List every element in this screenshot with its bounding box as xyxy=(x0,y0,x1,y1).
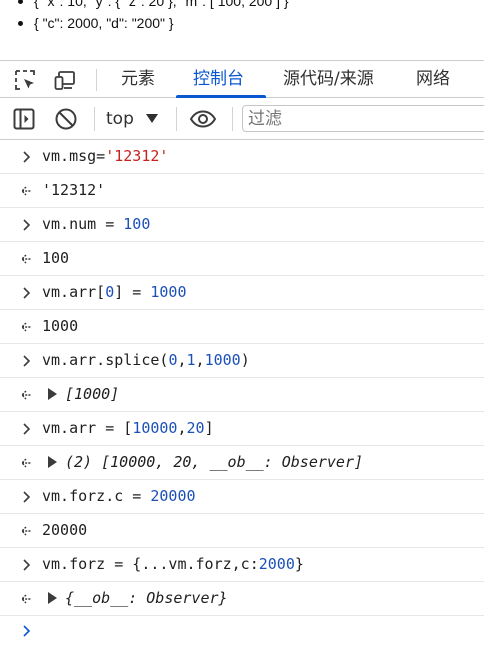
toolbar-divider xyxy=(96,69,97,91)
console-input-row: vm.arr.splice(0,1,1000) xyxy=(0,344,484,378)
return-arrow-icon xyxy=(21,458,31,468)
clear-console-icon[interactable] xyxy=(54,107,78,131)
console-input-row: vm.num = 100 xyxy=(0,208,484,242)
prompt-chevron-icon xyxy=(23,625,31,637)
console-result: 20000 xyxy=(42,521,88,539)
filter-input[interactable] xyxy=(242,105,484,132)
expandable-result[interactable]: {__ob__: Observer} xyxy=(42,582,228,615)
console-result-row: '12312' xyxy=(0,174,484,208)
return-arrow-icon xyxy=(21,390,31,400)
chevron-right-icon xyxy=(23,423,31,435)
console-result: '12312' xyxy=(42,181,106,199)
console-result-row: 100 xyxy=(0,242,484,276)
console-output: vm.msg='12312' '12312' vm.num = 100 100 … xyxy=(0,140,484,646)
context-selector[interactable]: top xyxy=(106,106,134,132)
console-result: 1000 xyxy=(42,317,79,335)
tab-console[interactable]: 控制台 xyxy=(193,61,244,98)
console-command[interactable]: vm.arr[0] = 1000 xyxy=(42,276,187,309)
console-result-row: 20000 xyxy=(0,514,484,548)
sidebar-toggle-icon[interactable] xyxy=(12,107,36,131)
console-command[interactable]: vm.msg='12312' xyxy=(42,140,168,173)
tab-elements[interactable]: 元素 xyxy=(121,61,155,98)
console-result-row: {__ob__: Observer} xyxy=(0,582,484,616)
list-item: { "x": 10, "y": { "z": 20 }, "m": [ 100,… xyxy=(18,0,289,12)
expandable-result[interactable]: (2) [10000, 20, __ob__: Observer] xyxy=(42,446,363,479)
expand-triangle-icon[interactable] xyxy=(48,456,57,468)
console-command[interactable]: vm.arr.splice(0,1,1000) xyxy=(42,344,250,377)
chevron-right-icon xyxy=(23,559,31,571)
chevron-right-icon xyxy=(23,491,31,503)
expand-triangle-icon[interactable] xyxy=(48,388,57,400)
console-input-row: vm.forz.c = 20000 xyxy=(0,480,484,514)
console-toolbar: top xyxy=(0,98,484,140)
chevron-right-icon xyxy=(23,287,31,299)
toolbar-divider xyxy=(176,107,177,131)
console-input-row: vm.forz = {...vm.forz,c:2000} xyxy=(0,548,484,582)
console-result-row: 1000 xyxy=(0,310,484,344)
console-result-row: (2) [10000, 20, __ob__: Observer] xyxy=(0,446,484,480)
chevron-right-icon xyxy=(23,219,31,231)
bullet-icon xyxy=(18,0,23,4)
devtools-tabbar: 元素 控制台 源代码/来源 网络 xyxy=(0,60,484,98)
console-input-row: vm.msg='12312' xyxy=(0,140,484,174)
page-content: { "x": 10, "y": { "z": 20 }, "m": [ 100,… xyxy=(0,0,484,60)
device-toggle-icon[interactable] xyxy=(54,69,76,91)
tab-network[interactable]: 网络 xyxy=(416,61,450,98)
list-item: { "c": 2000, "d": "200" } xyxy=(18,12,289,34)
console-command[interactable]: vm.forz.c = 20000 xyxy=(42,480,196,513)
console-command[interactable]: vm.num = 100 xyxy=(42,208,150,241)
console-input-row: vm.arr[0] = 1000 xyxy=(0,276,484,310)
eye-icon[interactable] xyxy=(189,107,217,131)
expandable-result[interactable]: [1000] xyxy=(42,378,119,411)
expand-triangle-icon[interactable] xyxy=(48,592,57,604)
console-command[interactable]: vm.arr = [10000,20] xyxy=(42,412,214,445)
console-command[interactable]: vm.forz = {...vm.forz,c:2000} xyxy=(42,548,304,581)
return-arrow-icon xyxy=(21,594,31,604)
chevron-down-icon[interactable] xyxy=(146,114,158,123)
bullet-icon xyxy=(18,21,23,26)
console-result: 100 xyxy=(42,249,70,267)
inspect-element-icon[interactable] xyxy=(14,69,36,91)
tab-sources[interactable]: 源代码/来源 xyxy=(283,61,374,98)
console-input-row: vm.arr = [10000,20] xyxy=(0,412,484,446)
chevron-right-icon xyxy=(23,151,31,163)
return-arrow-icon xyxy=(21,186,31,196)
console-result-row: [1000] xyxy=(0,378,484,412)
chevron-right-icon xyxy=(23,355,31,367)
return-arrow-icon xyxy=(21,526,31,536)
return-arrow-icon xyxy=(21,322,31,332)
toolbar-divider xyxy=(94,107,95,131)
object-list: { "x": 10, "y": { "z": 20 }, "m": [ 100,… xyxy=(18,0,289,34)
console-prompt[interactable] xyxy=(0,616,484,646)
toolbar-divider xyxy=(232,107,233,131)
return-arrow-icon xyxy=(21,254,31,264)
